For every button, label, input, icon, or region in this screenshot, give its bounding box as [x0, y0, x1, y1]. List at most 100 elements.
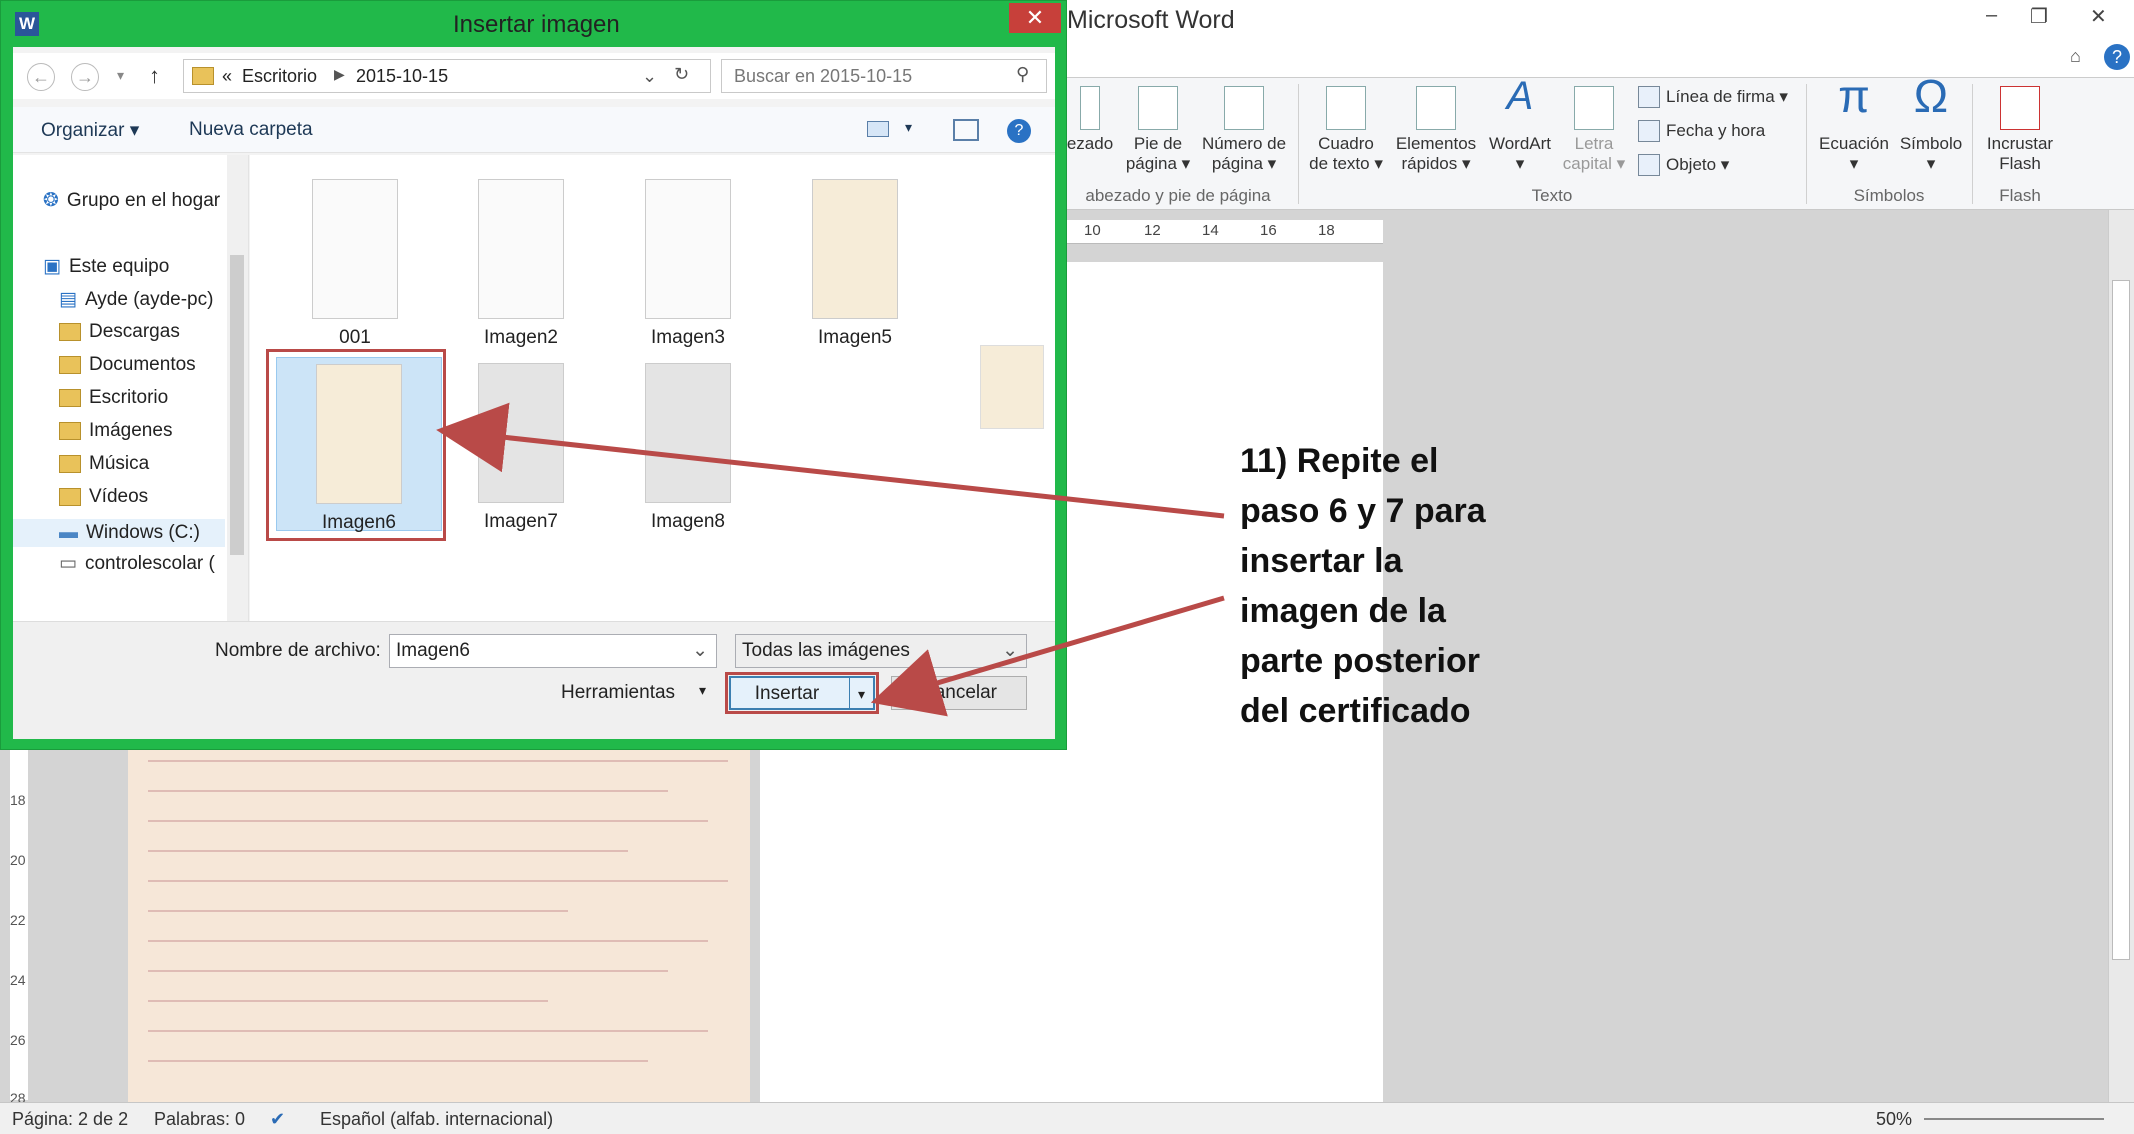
status-bar: Página: 2 de 2 Palabras: 0 ✔ Español (al…: [0, 1102, 2134, 1134]
help-icon[interactable]: ?: [2104, 44, 2130, 70]
breadcrumb-folder[interactable]: 2015-10-15: [356, 66, 448, 87]
preview-thumbnail: [980, 345, 1044, 429]
nav-scrollbar[interactable]: [227, 155, 248, 621]
textbox-icon: [1326, 86, 1366, 130]
nav-item-videos[interactable]: Vídeos: [59, 486, 148, 508]
filename-input[interactable]: Imagen6 ⌄: [389, 634, 717, 668]
thumbnail: [645, 179, 731, 319]
nav-item-downloads[interactable]: Descargas: [59, 321, 180, 343]
textbox-button[interactable]: Cuadro de texto ▾: [1304, 86, 1388, 174]
certificate-image[interactable]: [128, 730, 750, 1102]
breadcrumb-escritorio[interactable]: Escritorio: [242, 66, 317, 87]
nav-item-desktop[interactable]: Escritorio: [59, 387, 168, 409]
breadcrumb[interactable]: « Escritorio ▶ 2015-10-15 ⌄ ↻: [183, 59, 711, 93]
file-item[interactable]: 001: [300, 179, 410, 349]
nav-item-user[interactable]: ▤ Ayde (ayde-pc): [59, 288, 213, 311]
drop-cap-button[interactable]: Letra capital ▾: [1556, 86, 1632, 174]
help-icon[interactable]: ?: [1007, 119, 1031, 143]
zoom-slider[interactable]: [1924, 1118, 2104, 1120]
signature-line-button[interactable]: Línea de firma ▾: [1638, 86, 1788, 108]
thumbnail: [478, 179, 564, 319]
footer-icon: [1138, 86, 1178, 130]
nav-item-pictures[interactable]: Imágenes: [59, 420, 172, 442]
nav-scroll-thumb[interactable]: [230, 255, 244, 555]
new-folder-button[interactable]: Nueva carpeta: [189, 119, 313, 141]
dialog-toolbar: Organizar ▾ Nueva carpeta ▾ ?: [13, 107, 1055, 153]
search-input[interactable]: Buscar en 2015-10-15 ⚲: [721, 59, 1047, 93]
view-icon[interactable]: [867, 121, 889, 137]
nav-item-this-pc[interactable]: ▣ Este equipo: [43, 255, 169, 278]
object-icon: [1638, 154, 1660, 176]
folder-icon: [59, 455, 81, 473]
minimize-icon[interactable]: –: [1986, 4, 1997, 27]
file-item[interactable]: Imagen7: [466, 363, 576, 533]
user-icon: ▤: [59, 289, 77, 310]
nav-item-network[interactable]: ▭ controlescolar (: [59, 552, 215, 575]
preview-pane-icon[interactable]: [953, 119, 979, 141]
header-button[interactable]: ezado: [1060, 86, 1120, 154]
thumbnail: [312, 179, 398, 319]
forward-icon[interactable]: →: [71, 63, 99, 91]
dialog-footer: Nombre de archivo: Imagen6 ⌄ Todas las im…: [13, 621, 1055, 739]
dialog-title-bar: W Insertar imagen: [1, 1, 1068, 47]
organize-button[interactable]: Organizar ▾: [41, 119, 139, 142]
group-text: Texto: [1531, 186, 1573, 205]
address-bar-row: ← → ▾ ↑ « Escritorio ▶ 2015-10-15 ⌄ ↻ Bu…: [13, 53, 1055, 99]
nav-item-documents[interactable]: Documentos: [59, 354, 196, 376]
computer-icon: ▣: [43, 256, 61, 277]
refresh-icon[interactable]: ↻: [674, 64, 689, 85]
page-number-button[interactable]: Número de página ▾: [1196, 86, 1292, 174]
vertical-ruler: 18 20 22 24 26 28: [10, 740, 28, 1106]
nav-item-windows-drive[interactable]: ▬ Windows (C:): [13, 519, 225, 547]
word-count[interactable]: Palabras: 0: [154, 1109, 245, 1130]
restore-icon[interactable]: ❐: [2030, 4, 2048, 29]
tools-button[interactable]: Herramientas: [561, 682, 675, 704]
file-item[interactable]: Imagen3: [633, 179, 743, 349]
tools-dropdown-icon[interactable]: ▾: [699, 682, 706, 699]
pi-icon: π: [1838, 70, 1870, 122]
zoom-level[interactable]: 50%: [1876, 1109, 1912, 1130]
back-icon[interactable]: ←: [27, 63, 55, 91]
close-icon[interactable]: ✕: [2090, 4, 2107, 29]
recent-locations-icon[interactable]: ▾: [117, 67, 124, 84]
folder-icon: [59, 389, 81, 407]
nav-item-homegroup[interactable]: ❂ Grupo en el hogar: [43, 189, 220, 212]
file-item[interactable]: Imagen8: [633, 363, 743, 533]
chevron-down-icon[interactable]: ⌄: [692, 639, 708, 662]
folder-icon: [192, 67, 214, 85]
proofing-icon[interactable]: ✔: [270, 1109, 285, 1130]
file-item[interactable]: Imagen5: [800, 179, 910, 349]
footer-button[interactable]: Pie de página ▾: [1118, 86, 1198, 174]
scroll-thumb[interactable]: [2112, 280, 2130, 960]
collapse-ribbon-icon[interactable]: ⌂: [2070, 46, 2081, 67]
file-item[interactable]: Imagen2: [466, 179, 576, 349]
language-indicator[interactable]: Español (alfab. internacional): [320, 1109, 553, 1130]
navigation-pane[interactable]: ❂ Grupo en el hogar ▣ Este equipo ▤ Ayde (a…: [13, 155, 249, 621]
folder-icon: [59, 356, 81, 374]
quick-parts-button[interactable]: Elementos rápidos ▾: [1388, 86, 1484, 174]
embed-flash-button[interactable]: Incrustar Flash: [1978, 86, 2062, 174]
omega-icon: Ω: [1913, 70, 1949, 122]
filetype-select[interactable]: Todas las imágenes ⌄: [735, 634, 1027, 668]
vertical-scrollbar[interactable]: [2108, 210, 2134, 1102]
word-window-title: Microsoft Word: [1067, 6, 1235, 34]
view-dropdown-icon[interactable]: ▾: [905, 119, 912, 136]
nav-item-music[interactable]: Música: [59, 453, 149, 475]
word-app-icon: W: [15, 12, 39, 36]
object-button[interactable]: Objeto ▾: [1638, 154, 1729, 176]
wordart-button[interactable]: A WordArt ▾: [1484, 76, 1556, 174]
equation-button[interactable]: π Ecuación ▾: [1812, 70, 1896, 174]
filename-label: Nombre de archivo:: [215, 640, 381, 661]
symbol-button[interactable]: Ω Símbolo ▾: [1896, 70, 1966, 174]
up-icon[interactable]: ↑: [149, 63, 160, 89]
thumbnail: [478, 363, 564, 503]
cancel-button[interactable]: Cancelar: [891, 676, 1027, 710]
chevron-down-icon[interactable]: ⌄: [642, 66, 657, 87]
date-time-button[interactable]: Fecha y hora: [1638, 120, 1765, 142]
group-header-footer: abezado y pie de página: [1085, 186, 1271, 205]
homegroup-icon: ❂: [43, 190, 59, 211]
page-count[interactable]: Página: 2 de 2: [12, 1109, 128, 1130]
chevron-down-icon[interactable]: ⌄: [1002, 639, 1018, 662]
close-icon[interactable]: ✕: [1009, 3, 1061, 33]
file-list[interactable]: 001 Imagen2 Imagen3 Imagen5 Imagen6 Imag…: [250, 155, 1055, 621]
